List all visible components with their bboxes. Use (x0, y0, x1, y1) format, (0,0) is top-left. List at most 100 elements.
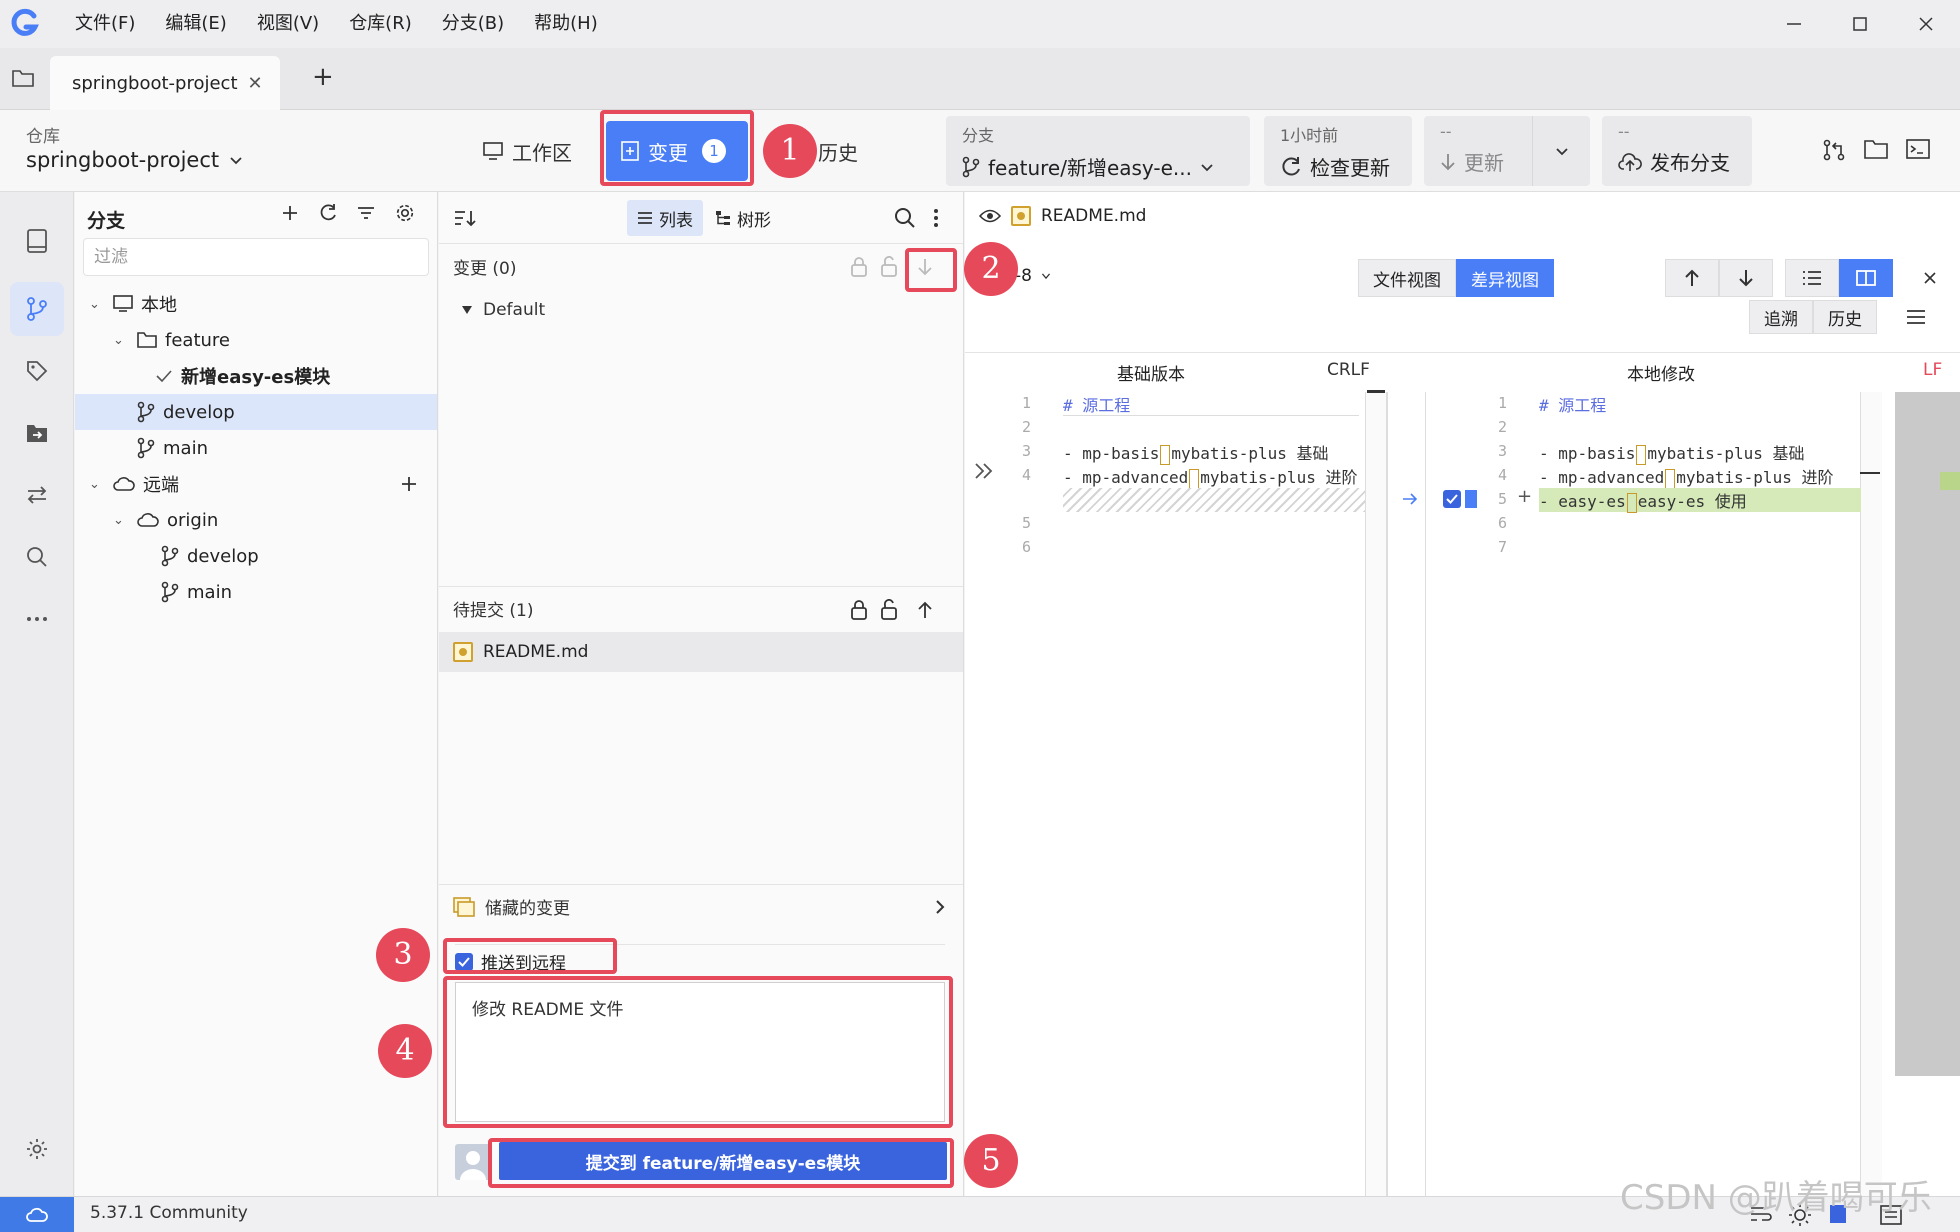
staged-file-row[interactable]: README.md (439, 632, 963, 672)
branch-settings-gear-icon[interactable] (394, 202, 416, 224)
cloud-status-icon[interactable] (0, 1197, 74, 1232)
lock-icon[interactable] (849, 599, 869, 621)
annotation-circle-3: 3 (376, 928, 430, 982)
push-checkbox[interactable] (455, 952, 473, 971)
menu-branch[interactable]: 分支(B) (430, 0, 516, 48)
arrow-up-icon (1685, 269, 1699, 286)
file-view-button[interactable]: 文件视图 (1358, 259, 1456, 297)
commit-button[interactable]: 提交到 feature/新增easy-es模块 (499, 1142, 947, 1180)
branches-rail-icon[interactable] (10, 282, 64, 336)
list-view-toggle[interactable]: 列表 (627, 200, 703, 236)
publish-branch-button[interactable]: -- 发布分支 (1602, 116, 1752, 186)
eye-icon[interactable] (979, 208, 1001, 224)
chevron-right-icon (936, 899, 945, 914)
close-tab-icon[interactable]: ✕ (248, 73, 263, 94)
menu-edit[interactable]: 编辑(E) (153, 0, 238, 48)
menu-repository[interactable]: 仓库(R) (337, 0, 424, 48)
encoding-selector[interactable]: -8 (1015, 266, 1052, 286)
workspace-rail-icon[interactable] (10, 214, 64, 268)
collapse-button[interactable] (1903, 259, 1957, 297)
maximize-button[interactable] (1826, 0, 1894, 48)
right-line-5: - easy-es easy-es 使用 (1539, 492, 1747, 513)
right-line-3: - mp-basis mybatis-plus 基础 (1539, 444, 1805, 465)
commit-message-input[interactable]: 修改 README 文件 (455, 982, 945, 1122)
tree-develop[interactable]: develop (75, 394, 437, 430)
branch-selector[interactable]: 分支 feature/新增easy-e... (946, 116, 1250, 186)
publish-label: 发布分支 (1650, 151, 1730, 175)
sort-icon[interactable] (453, 208, 477, 228)
list-icon (638, 212, 652, 224)
diff-view-button[interactable]: 差异视图 (1456, 259, 1554, 297)
right-scroll-gutter[interactable] (1860, 392, 1882, 1196)
unlock-icon[interactable] (879, 256, 899, 278)
changes-button[interactable]: 变更 1 (606, 121, 748, 181)
fetch-button[interactable]: 1小时前 检查更新 (1264, 116, 1412, 186)
expand-double-chevron-icon[interactable] (973, 462, 995, 480)
file-history-button[interactable]: 历史 (1813, 300, 1877, 334)
add-branch-icon[interactable] (280, 203, 300, 223)
next-change-button[interactable] (1719, 259, 1773, 297)
tree-origin[interactable]: ⌄ origin (75, 502, 437, 538)
blame-button[interactable]: 追溯 (1749, 300, 1813, 334)
folder-icon[interactable] (12, 68, 34, 88)
tree-remote-develop[interactable]: develop (75, 538, 437, 574)
workspace-button[interactable]: 工作区 (468, 121, 586, 181)
minimap-scrollbar[interactable] (1895, 392, 1960, 1076)
menu-file[interactable]: 文件(F) (63, 0, 147, 48)
split-layout-button[interactable] (1839, 259, 1893, 297)
modified-file-icon (453, 642, 473, 662)
lock-icon[interactable] (849, 256, 869, 278)
more-vertical-icon[interactable] (933, 208, 939, 228)
menu-help[interactable]: 帮助(H) (522, 0, 610, 48)
app-logo-icon (10, 8, 40, 38)
update-status: -- (1440, 122, 1452, 141)
tree-view-toggle[interactable]: 树形 (705, 200, 781, 236)
repo-tab[interactable]: springboot-project ✕ (50, 56, 280, 110)
tree-remote[interactable]: ⌄ 远端 (75, 466, 437, 502)
inline-layout-button[interactable] (1785, 259, 1839, 297)
tree-main[interactable]: main (75, 430, 437, 466)
tree-feature-branch[interactable]: 新增easy-es模块 (75, 358, 437, 394)
refresh-icon (1282, 156, 1300, 175)
settings-gear-icon[interactable] (10, 1122, 64, 1176)
search-icon[interactable] (893, 206, 917, 230)
refresh-icon[interactable] (318, 203, 338, 223)
hamburger-menu-button[interactable] (1889, 300, 1943, 334)
stash-rail-icon[interactable] (10, 406, 64, 460)
push-to-remote-option[interactable]: 推送到远程 (455, 944, 945, 974)
pull-request-icon[interactable] (1822, 138, 1846, 162)
tree-feature-folder[interactable]: ⌄ feature (75, 322, 437, 358)
tag-icon[interactable] (10, 344, 64, 398)
more-icon[interactable] (10, 592, 64, 646)
prev-change-button[interactable] (1665, 259, 1719, 297)
search-rail-icon[interactable] (10, 530, 64, 584)
unlock-icon[interactable] (879, 599, 899, 621)
branch-icon (161, 545, 179, 567)
menu-view[interactable]: 视图(V) (245, 0, 331, 48)
minimize-button[interactable] (1760, 0, 1828, 48)
terminal-icon[interactable] (1906, 138, 1930, 160)
repo-selector[interactable]: springboot-project (26, 148, 243, 172)
stage-all-down-icon[interactable] (916, 256, 934, 278)
stash-row[interactable]: 储藏的变更 (439, 884, 963, 928)
filter-icon[interactable] (356, 203, 376, 223)
app-version: 5.37.1 Community (90, 1203, 248, 1223)
tree-remote-main[interactable]: main (75, 574, 437, 610)
arrow-right-icon[interactable] (1402, 492, 1418, 506)
update-dropdown[interactable] (1532, 116, 1590, 186)
add-remote-icon[interactable] (399, 474, 419, 494)
hunk-checkbox[interactable] (1443, 490, 1461, 508)
tree-local[interactable]: ⌄ 本地 (75, 286, 437, 322)
branch-filter-input[interactable]: 过滤 (83, 238, 429, 276)
close-window-button[interactable] (1892, 0, 1960, 48)
left-scroll-gutter[interactable] (1365, 392, 1387, 1196)
tree-remote-main-label: main (187, 581, 232, 603)
caret-down-icon (462, 306, 472, 314)
default-group[interactable]: Default (439, 288, 963, 332)
unstage-all-up-icon[interactable] (916, 599, 934, 621)
tree-origin-label: origin (167, 509, 219, 531)
branch-icon (161, 581, 179, 603)
swap-icon[interactable] (10, 468, 64, 522)
add-tab-button[interactable]: + (312, 62, 334, 92)
open-folder-icon[interactable] (1864, 138, 1888, 160)
